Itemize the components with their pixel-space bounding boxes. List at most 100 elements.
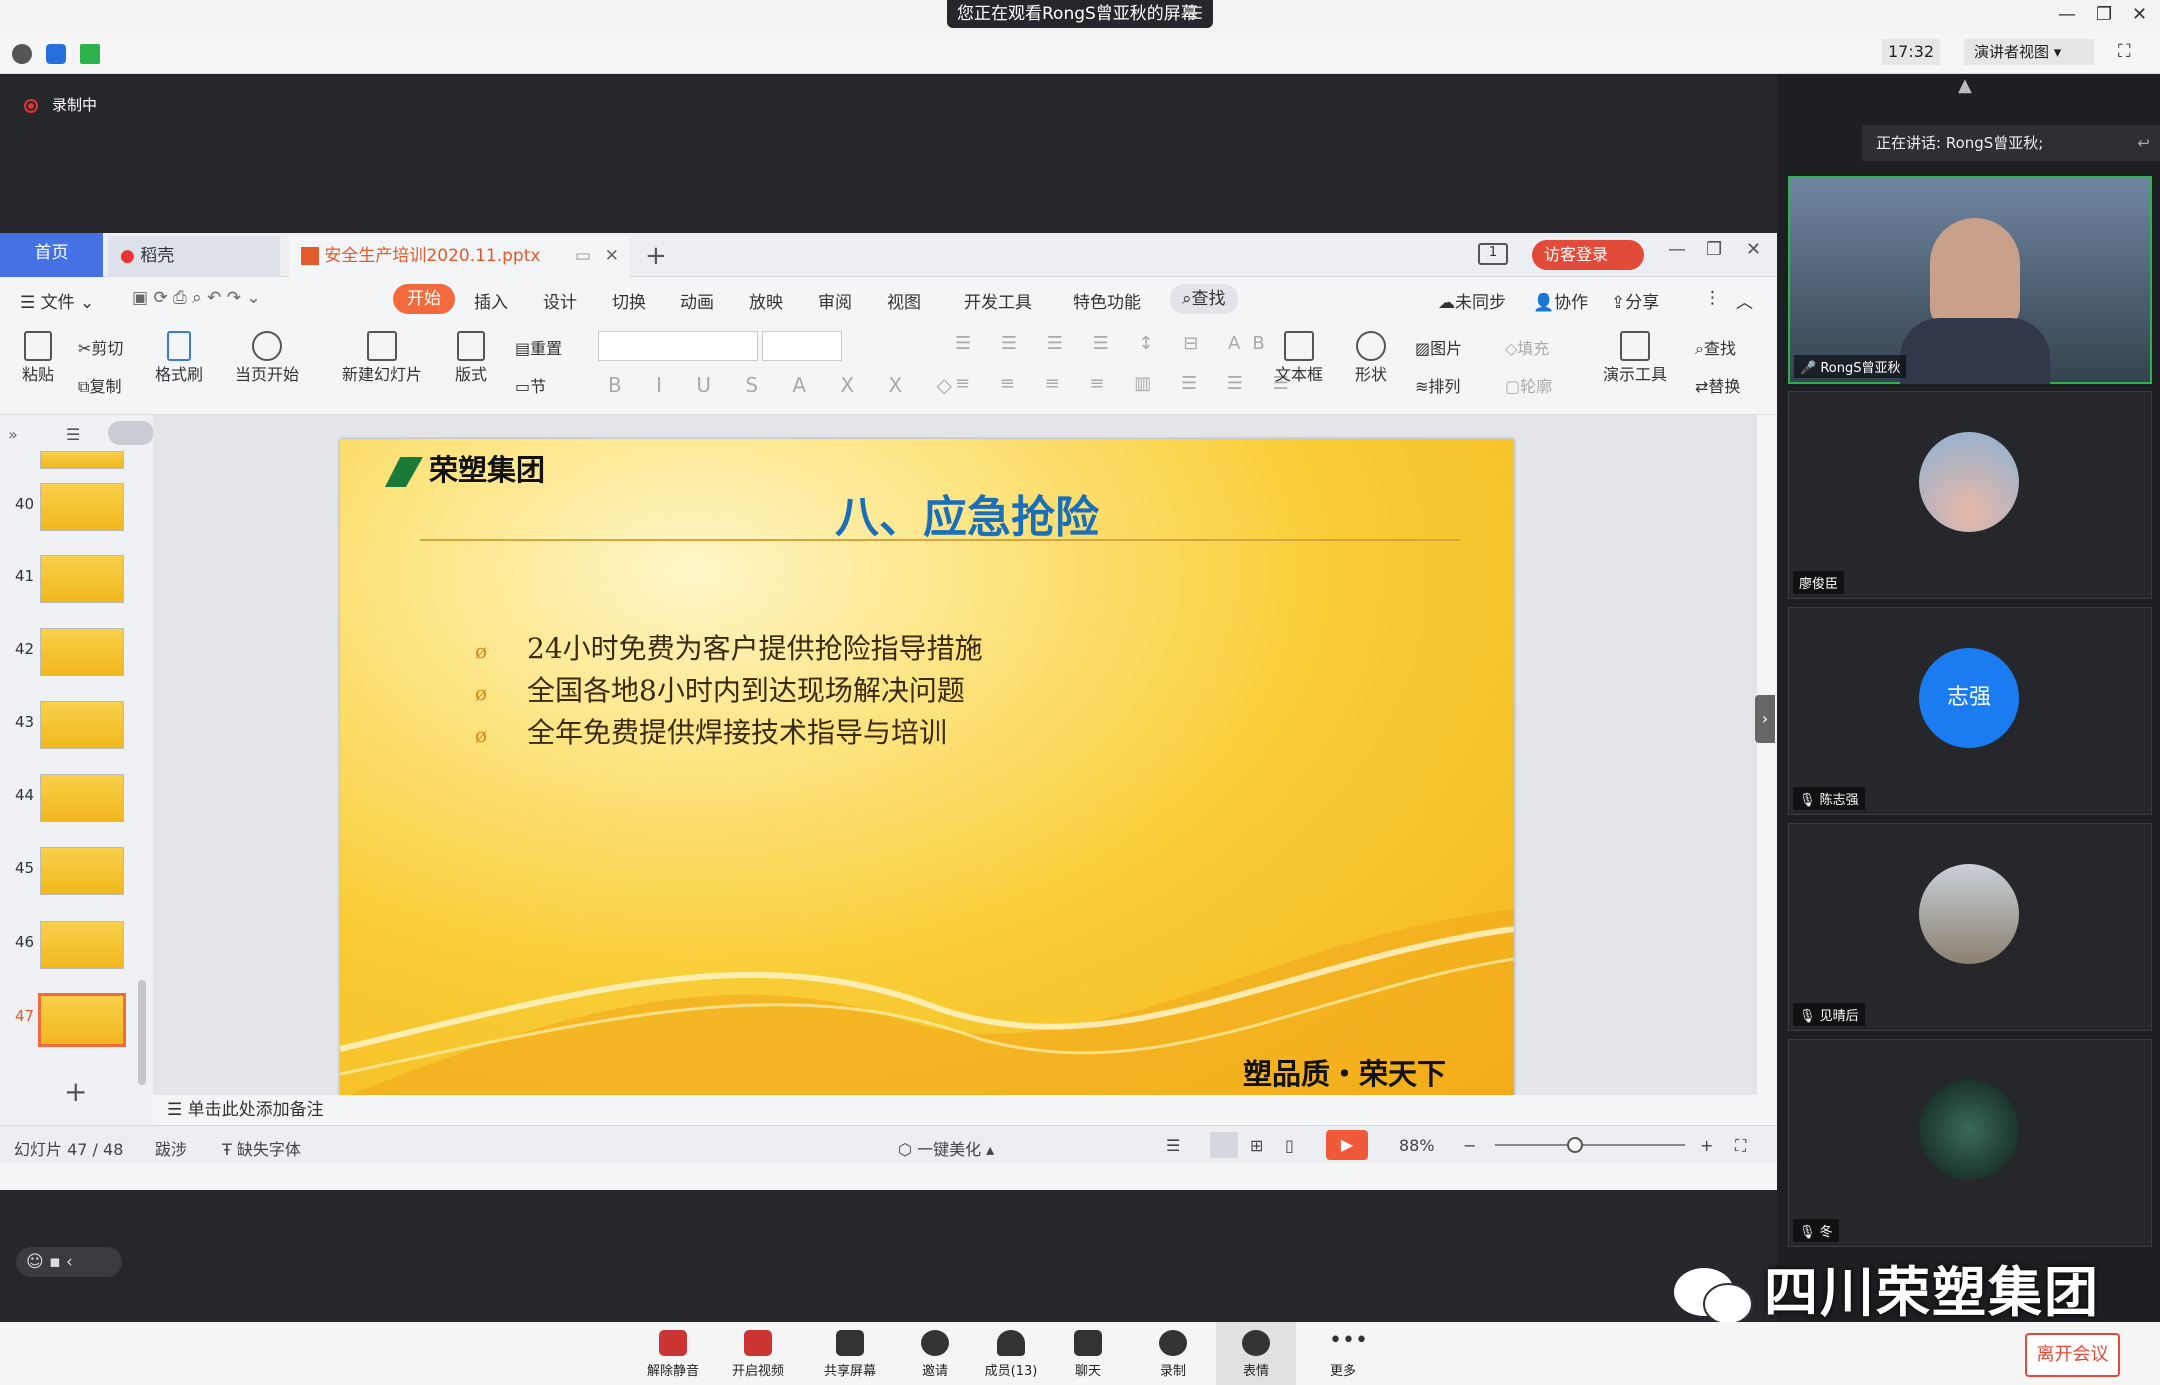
play-from-current-button[interactable]: 当页开始	[235, 331, 299, 385]
start-video-button[interactable]: 开启视频	[723, 1330, 793, 1379]
tab-start[interactable]: 开始	[393, 284, 455, 314]
outline-view-icon[interactable]: ☰	[66, 425, 80, 444]
slide-thumbnail[interactable]	[40, 451, 124, 469]
invite-button[interactable]: 邀请	[900, 1330, 970, 1379]
participant-tile[interactable]: 志强 🎙 陈志强	[1788, 607, 2152, 815]
slide-thumbnail[interactable]	[40, 701, 124, 749]
picture-button[interactable]: ▨图片	[1415, 335, 1462, 359]
font-style-buttons[interactable]: B I U S A X X ◇	[608, 373, 966, 397]
tab-view[interactable]: 视图	[887, 288, 921, 313]
find-button[interactable]: ⌕查找	[1695, 335, 1736, 359]
search-box[interactable]: ⌕查找	[1170, 284, 1238, 314]
notes-bar[interactable]: ☰ 单击此处添加备注	[153, 1095, 1777, 1125]
missing-font-button[interactable]: Ŧ 缺失字体	[222, 1136, 301, 1160]
quick-access-icons[interactable]: ▣ ⟳ ⎙ ⌕ ↶ ↷ ⌄	[132, 288, 261, 308]
zoom-in-icon[interactable]: +	[1700, 1136, 1713, 1155]
tab-home[interactable]: 首页	[0, 233, 103, 277]
slide-thumbnail[interactable]	[40, 921, 124, 969]
paragraph-buttons[interactable]: ☰ ☰ ☰ ☰ ↕ ⊟ AB	[955, 333, 1277, 354]
chat-button[interactable]: 聊天	[1053, 1330, 1123, 1379]
info-icon[interactable]	[12, 44, 32, 64]
wps-restore-icon[interactable]: ❐	[1706, 239, 1722, 260]
add-slide-button[interactable]: +	[64, 1075, 87, 1108]
paste-button[interactable]: 粘贴	[22, 331, 54, 385]
expand-panel-icon[interactable]: »	[8, 425, 18, 444]
share-screen-button[interactable]: 共享屏幕	[815, 1330, 885, 1379]
menu-file[interactable]: ☰ 文件 ⌄	[20, 288, 94, 313]
tab-insert[interactable]: 插入	[474, 288, 508, 313]
wps-close-icon[interactable]: ✕	[1746, 239, 1761, 260]
slide-thumbnail[interactable]	[40, 628, 124, 676]
slide-thumbnail[interactable]	[40, 555, 124, 603]
reading-view-icon[interactable]: ▯	[1285, 1136, 1294, 1155]
slide-thumbnail[interactable]	[40, 483, 124, 531]
tab-document[interactable]: 安全生产培训2020.11.pptx ▭ ✕	[289, 236, 629, 277]
sorter-view-icon[interactable]: ⊞	[1250, 1136, 1263, 1155]
reactions-button[interactable]: 表情	[1216, 1322, 1296, 1385]
reset-button[interactable]: ▤重置	[515, 335, 562, 359]
theme-name[interactable]: 跋涉	[155, 1136, 187, 1160]
record-button[interactable]: 录制	[1138, 1330, 1208, 1379]
format-painter-button[interactable]: 格式刷	[155, 331, 203, 385]
arrange-button[interactable]: ≋排列	[1415, 373, 1460, 397]
new-tab-button[interactable]: +	[645, 236, 667, 277]
wps-minimize-icon[interactable]: —	[1668, 239, 1686, 260]
more-icon[interactable]: ⋮	[1704, 288, 1721, 308]
thumbnail-view-icon[interactable]	[108, 421, 154, 445]
restore-icon[interactable]: ❐	[2096, 4, 2112, 25]
close-icon[interactable]: ✕	[2132, 4, 2147, 25]
new-slide-button[interactable]: 新建幻灯片	[342, 331, 422, 385]
slideshow-play-button[interactable]: ▶	[1326, 1130, 1368, 1160]
tab-review[interactable]: 审阅	[818, 288, 852, 313]
thumbnail-scrollbar[interactable]	[138, 980, 146, 1085]
tab-special[interactable]: 特色功能	[1073, 288, 1141, 313]
tab-slideshow[interactable]: 放映	[749, 288, 783, 313]
zoom-slider[interactable]	[1495, 1144, 1685, 1146]
tab-pin-icon[interactable]: ▭	[575, 236, 591, 277]
fit-window-icon[interactable]: ⛶	[1735, 1136, 1746, 1156]
tab-daoke[interactable]: ● 稻壳	[108, 236, 280, 277]
font-name-select[interactable]	[598, 331, 758, 361]
sync-button[interactable]: ☁未同步	[1438, 288, 1506, 313]
leave-meeting-button[interactable]: 离开会议	[2025, 1333, 2120, 1377]
participant-tile[interactable]: 🎙 冬	[1788, 1039, 2152, 1247]
slide-thumbnail[interactable]	[40, 847, 124, 895]
visitor-login-button[interactable]: 访客登录	[1532, 240, 1644, 270]
zoom-out-icon[interactable]: −	[1463, 1136, 1476, 1155]
outline-button[interactable]: ▢轮廓	[1505, 373, 1552, 397]
layout-button[interactable]: 版式	[455, 331, 487, 385]
tab-design[interactable]: 设计	[543, 288, 577, 313]
side-panel-toggle-icon[interactable]: ›	[1755, 695, 1775, 743]
zoom-level[interactable]: 88%	[1399, 1136, 1435, 1155]
share-button[interactable]: ⇪分享	[1611, 288, 1659, 313]
collab-button[interactable]: 👤协作	[1533, 288, 1588, 313]
minimize-icon[interactable]: —	[2058, 4, 2076, 25]
participant-tile[interactable]: 廖俊臣	[1788, 391, 2152, 599]
window-count-icon[interactable]: 1	[1478, 243, 1508, 265]
reaction-toggle[interactable]: ☺ ▪ ‹	[16, 1247, 122, 1277]
textbox-button[interactable]: 文本框	[1275, 331, 1323, 385]
collapse-up-icon[interactable]: ▲	[1958, 75, 1972, 96]
screen-share-banner[interactable]: 您正在观看RongS曾亚秋的屏幕 ☰	[947, 0, 1213, 28]
slide-thumbnail[interactable]	[40, 774, 124, 822]
view-mode-dropdown[interactable]: 演讲者视图 ▾	[1964, 39, 2094, 65]
shield-icon[interactable]	[46, 44, 66, 64]
fullscreen-icon[interactable]: ⛶	[2118, 41, 2131, 62]
fill-button[interactable]: ◇填充	[1505, 335, 1549, 359]
normal-view-icon[interactable]	[1210, 1132, 1238, 1158]
tab-transition[interactable]: 切换	[612, 288, 646, 313]
align-buttons[interactable]: ≡ ≡ ≡ ≡ ▥ ☰ ☰ ☰	[955, 373, 1301, 394]
copy-button[interactable]: ⧉复制	[78, 373, 121, 397]
participant-video[interactable]: 🎤 RongS曾亚秋	[1788, 176, 2152, 384]
signal-icon[interactable]	[80, 44, 100, 64]
cut-button[interactable]: ✂剪切	[78, 335, 123, 359]
banner-menu-icon[interactable]: ☰	[1188, 0, 1203, 28]
more-button[interactable]: ••• 更多	[1308, 1330, 1378, 1380]
font-size-select[interactable]	[762, 331, 842, 361]
zoom-slider-thumb[interactable]	[1567, 1137, 1583, 1153]
shape-button[interactable]: 形状	[1355, 331, 1387, 385]
collapse-ribbon-icon[interactable]: ︿	[1736, 288, 1753, 313]
members-button[interactable]: 成员(13)	[976, 1330, 1046, 1379]
beautify-button[interactable]: ⬡ 一键美化 ▴	[898, 1136, 994, 1160]
tab-developer[interactable]: 开发工具	[964, 288, 1032, 313]
